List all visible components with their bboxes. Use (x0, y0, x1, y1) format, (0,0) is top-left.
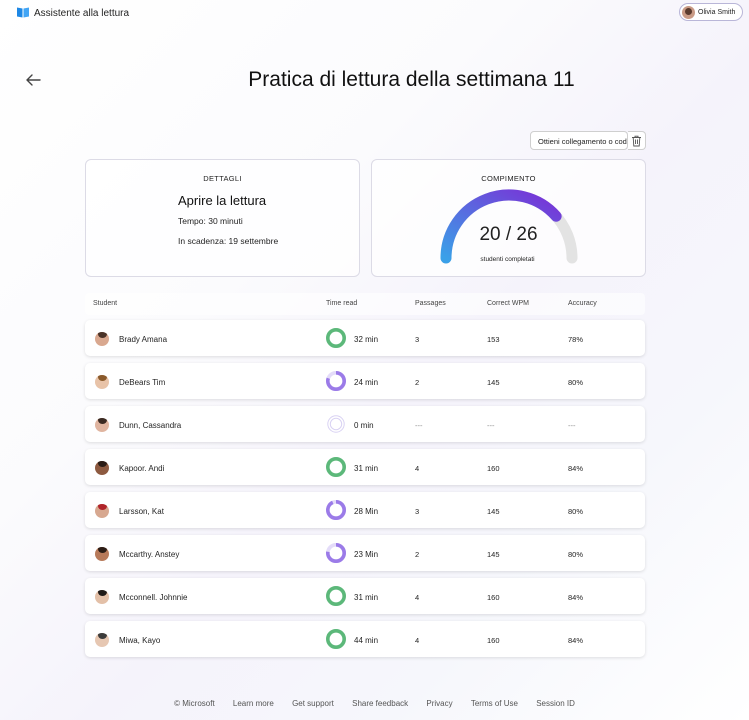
student-avatar (95, 590, 109, 604)
student-name: Kapoor. Andi (119, 464, 165, 473)
delete-button[interactable] (628, 131, 646, 150)
wpm-value: 160 (487, 464, 500, 473)
wpm-value: --- (487, 421, 495, 430)
student-name: Brady Amana (119, 335, 168, 344)
footer-copyright: © Microsoft (174, 699, 215, 708)
student-avatar (95, 461, 109, 475)
header-passages[interactable]: Passages (415, 300, 446, 307)
wpm-value: 145 (487, 507, 500, 516)
time-progress-ring-icon (326, 500, 346, 520)
time-progress-ring-icon (326, 586, 346, 606)
time-read-value: 31 min (354, 464, 379, 473)
student-avatar (95, 332, 109, 346)
accuracy-value: 80% (568, 550, 584, 559)
accuracy-value: 80% (568, 378, 584, 387)
table-row[interactable]: Kapoor. Andi 31 min 4 160 84% (85, 449, 645, 485)
table-row[interactable]: DeBears Tim 24 min 2 145 80% (85, 363, 645, 399)
table-row[interactable]: Mcconnell. Johnnie 31 min 4 160 84% (85, 578, 645, 614)
footer-link-session-id[interactable]: Session ID (536, 699, 575, 708)
details-card: DETTAGLI Aprire la lettura Tempo: 30 min… (85, 159, 360, 277)
completion-label: COMPIMENTO (481, 174, 536, 183)
time-progress-ring-icon (326, 629, 346, 649)
time-read-value: 0 min (354, 421, 374, 430)
user-avatar (682, 5, 695, 19)
accuracy-value: 78% (568, 335, 584, 344)
student-name: Dunn, Cassandra (119, 421, 182, 430)
wpm-value: 160 (487, 636, 500, 645)
reading-app-logo-icon (17, 7, 29, 18)
get-link-button[interactable]: Ottieni collegamento o cod (530, 131, 628, 150)
table-header: Student Time read Passages Correct WPM A… (85, 293, 645, 315)
header-accuracy[interactable]: Accuracy (568, 300, 597, 307)
table-row[interactable]: Larsson, Kat 28 Min 3 145 80% (85, 492, 645, 528)
student-avatar (95, 633, 109, 647)
footer-link-privacy[interactable]: Privacy (426, 699, 452, 708)
accuracy-value: 80% (568, 507, 584, 516)
time-read-value: 28 Min (354, 507, 379, 516)
table-row[interactable]: Brady Amana 32 min 3 153 78% (85, 320, 645, 356)
table-row[interactable]: Dunn, Cassandra 0 min --- --- --- (85, 406, 645, 442)
time-read-value: 44 min (354, 636, 379, 645)
wpm-value: 160 (487, 593, 500, 602)
footer: © Microsoft Learn more Get support Share… (0, 699, 749, 708)
details-time: Tempo: 30 minuti (178, 216, 243, 226)
accuracy-value: 84% (568, 464, 584, 473)
time-progress-ring-icon (326, 543, 346, 563)
user-name: Olivia Smith (698, 8, 736, 16)
footer-link-terms[interactable]: Terms of Use (471, 699, 518, 708)
wpm-value: 153 (487, 335, 500, 344)
page-title: Pratica di lettura della settimana 11 (248, 68, 575, 91)
header-time-read[interactable]: Time read (326, 300, 357, 307)
footer-link-get-support[interactable]: Get support (292, 699, 334, 708)
student-name: Mccarthy. Anstey (119, 550, 180, 559)
top-bar: Assistente alla lettura Olivia Smith (0, 0, 749, 26)
time-progress-ring-icon (326, 371, 346, 391)
details-label: DETTAGLI (203, 174, 242, 183)
completion-count: 20 / 26 (479, 224, 538, 245)
student-name: Miwa, Kayo (119, 636, 161, 645)
time-read-value: 24 min (354, 378, 379, 387)
time-progress-ring-icon (326, 457, 346, 477)
time-read-value: 31 min (354, 593, 379, 602)
student-avatar (95, 375, 109, 389)
footer-link-share-feedback[interactable]: Share feedback (352, 699, 408, 708)
accuracy-value: 84% (568, 636, 584, 645)
header-student[interactable]: Student (93, 300, 117, 307)
accuracy-value: --- (568, 421, 576, 430)
time-progress-ring-icon (326, 328, 346, 348)
app-name: Assistente alla lettura (34, 8, 130, 19)
footer-link-learn-more[interactable]: Learn more (233, 699, 274, 708)
student-avatar (95, 547, 109, 561)
passages-value: 4 (415, 593, 420, 602)
accuracy-value: 84% (568, 593, 584, 602)
trash-icon (632, 135, 641, 147)
completion-card: COMPIMENTO 20 / 26 studenti completati (371, 159, 646, 277)
user-account-button[interactable]: Olivia Smith (679, 3, 743, 21)
header-correct-wpm[interactable]: Correct WPM (487, 300, 529, 307)
student-name: DeBears Tim (119, 378, 166, 387)
completion-caption: studenti completati (480, 256, 535, 263)
wpm-value: 145 (487, 550, 500, 559)
time-progress-ring-icon (327, 415, 345, 433)
details-due-date: In scadenza: 19 settembre (178, 236, 279, 246)
passages-value: 3 (415, 507, 420, 516)
details-heading: Aprire la lettura (178, 193, 267, 208)
student-name: Mcconnell. Johnnie (119, 593, 188, 602)
time-read-value: 23 Min (354, 550, 379, 559)
wpm-value: 145 (487, 378, 500, 387)
table-row[interactable]: Miwa, Kayo 44 min 4 160 84% (85, 621, 645, 657)
student-name: Larsson, Kat (119, 507, 164, 516)
passages-value: 2 (415, 550, 420, 559)
passages-value: 4 (415, 636, 420, 645)
table-row[interactable]: Mccarthy. Anstey 23 Min 2 145 80% (85, 535, 645, 571)
time-read-value: 32 min (354, 335, 379, 344)
student-avatar (95, 418, 109, 432)
student-avatar (95, 504, 109, 518)
passages-value: 4 (415, 464, 420, 473)
passages-value: 2 (415, 378, 420, 387)
passages-value: 3 (415, 335, 420, 344)
passages-value: --- (415, 421, 423, 430)
